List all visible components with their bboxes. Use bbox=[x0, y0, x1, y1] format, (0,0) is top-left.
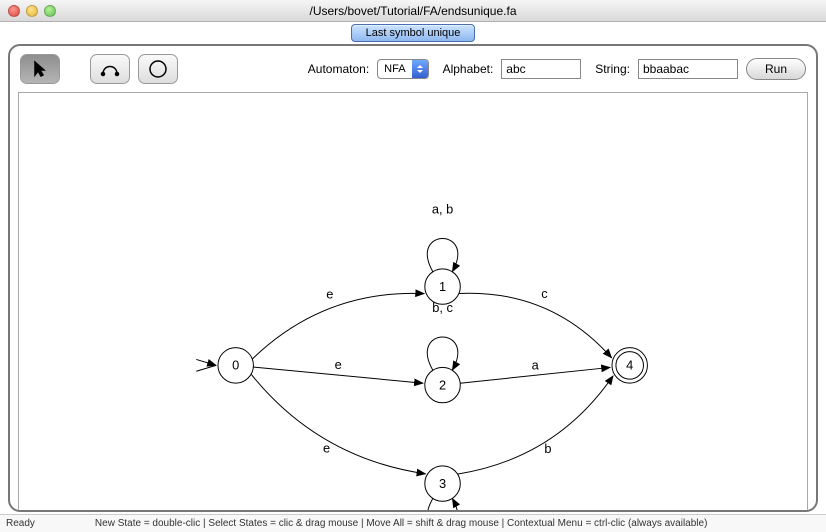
chevron-updown-icon bbox=[412, 60, 428, 78]
automaton-canvas[interactable]: eeea, bb, ca,ccab 01234 bbox=[18, 92, 808, 512]
svg-text:0: 0 bbox=[232, 358, 239, 373]
state-3[interactable]: 3 bbox=[425, 466, 460, 501]
svg-text:2: 2 bbox=[439, 377, 446, 392]
tab-bar: Last symbol unique bbox=[0, 24, 826, 44]
svg-text:b: b bbox=[544, 441, 551, 456]
automaton-select-value: NFA bbox=[378, 60, 411, 78]
pointer-tool-button[interactable] bbox=[20, 54, 60, 84]
edge-1-1[interactable]: a, b bbox=[427, 202, 458, 272]
zoom-icon[interactable] bbox=[44, 5, 56, 17]
alphabet-input[interactable] bbox=[501, 59, 581, 79]
edge-2-2[interactable]: b, c bbox=[427, 300, 458, 370]
string-input[interactable] bbox=[638, 59, 738, 79]
svg-text:e: e bbox=[335, 357, 342, 372]
window-controls bbox=[0, 5, 56, 17]
edge-0-2[interactable]: e bbox=[253, 357, 423, 383]
edge-1-4[interactable]: c bbox=[459, 286, 612, 358]
window-titlebar: /Users/bovet/Tutorial/FA/endsunique.fa bbox=[0, 0, 826, 22]
edge-0-1[interactable]: e bbox=[252, 286, 424, 359]
alphabet-label: Alphabet: bbox=[443, 62, 494, 76]
state-2[interactable]: 2 bbox=[425, 367, 460, 402]
tab-last-symbol-unique[interactable]: Last symbol unique bbox=[351, 24, 476, 42]
status-ready: Ready bbox=[6, 518, 35, 529]
pointer-icon bbox=[31, 60, 49, 78]
svg-text:1: 1 bbox=[439, 279, 446, 294]
toolbar: Automaton: NFA Alphabet: String: Run bbox=[10, 46, 816, 92]
state-tool-button[interactable] bbox=[138, 54, 178, 84]
svg-text:c: c bbox=[541, 286, 548, 301]
status-help: New State = double-clic | Select States … bbox=[95, 518, 708, 529]
state-icon bbox=[148, 59, 168, 79]
automaton-select[interactable]: NFA bbox=[377, 59, 428, 79]
automaton-drawing: eeea, bb, ca,ccab 01234 bbox=[19, 93, 807, 512]
edge-3-4[interactable]: b bbox=[458, 376, 614, 474]
state-4[interactable]: 4 bbox=[612, 348, 647, 383]
status-bar: Ready New State = double-clic | Select S… bbox=[0, 514, 826, 532]
svg-text:e: e bbox=[326, 286, 333, 301]
state-1[interactable]: 1 bbox=[425, 269, 460, 304]
svg-text:4: 4 bbox=[626, 358, 633, 373]
svg-text:e: e bbox=[323, 440, 330, 455]
minimize-icon[interactable] bbox=[26, 5, 38, 17]
transition-icon bbox=[99, 60, 121, 78]
edge-0-3[interactable]: e bbox=[251, 374, 425, 474]
window-title: /Users/bovet/Tutorial/FA/endsunique.fa bbox=[0, 4, 826, 18]
transition-tool-button[interactable] bbox=[90, 54, 130, 84]
state-0[interactable]: 0 bbox=[196, 348, 253, 383]
edge-2-4[interactable]: a bbox=[460, 357, 610, 383]
close-icon[interactable] bbox=[8, 5, 20, 17]
svg-text:a: a bbox=[532, 357, 540, 372]
automaton-label: Automaton: bbox=[308, 62, 369, 76]
run-button[interactable]: Run bbox=[746, 58, 806, 80]
svg-text:a, b: a, b bbox=[432, 202, 453, 217]
main-panel: Automaton: NFA Alphabet: String: Run e e e… bbox=[8, 44, 818, 512]
string-label: String: bbox=[595, 62, 630, 76]
svg-text:3: 3 bbox=[439, 476, 446, 491]
